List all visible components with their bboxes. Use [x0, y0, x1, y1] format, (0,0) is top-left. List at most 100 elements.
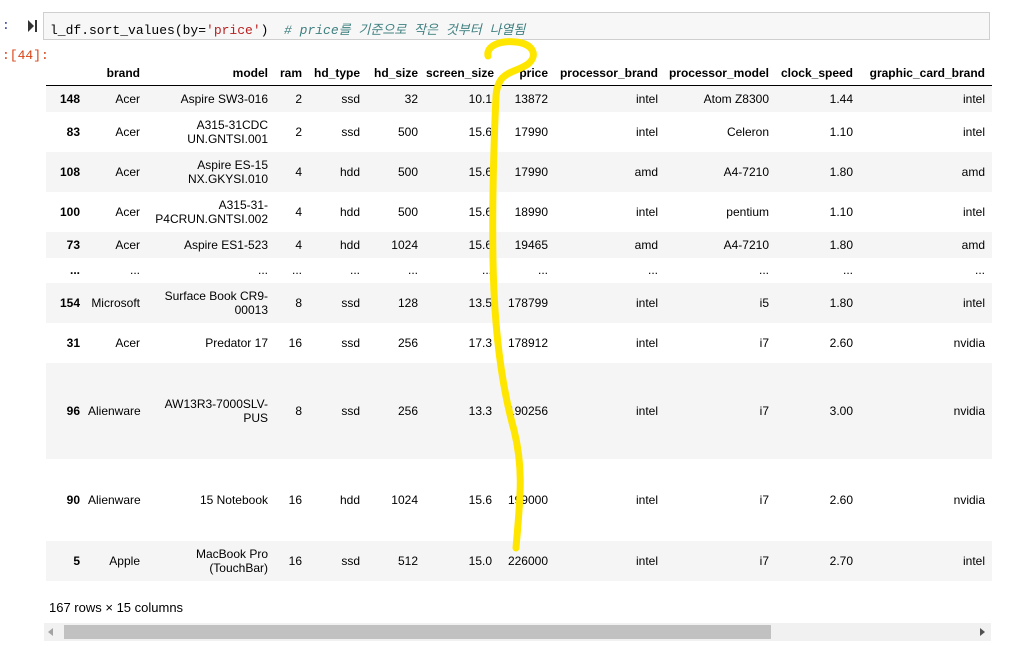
table-cell: ssd: [341, 335, 360, 350]
column-header: ram: [272, 60, 306, 86]
column-header: [46, 60, 84, 86]
row-index: 148: [59, 91, 80, 106]
code-cell-editor[interactable]: l_df.sort_values(by='price') # price를 기준…: [43, 12, 990, 40]
table-cell: 190256: [507, 403, 548, 418]
table-cell: 16: [288, 492, 302, 507]
table-cell: i7: [759, 335, 769, 350]
table-cell: 2.60: [829, 335, 853, 350]
scrollbar-thumb[interactable]: [64, 625, 771, 639]
table-cell: 500: [397, 164, 418, 179]
table-cell: [989, 541, 992, 581]
table-cell: [989, 112, 992, 152]
table-cell: A4-7210: [723, 164, 769, 179]
table-cell: 1.10: [829, 124, 853, 139]
table-cell: i7: [759, 553, 769, 568]
column-header: processor_model: [662, 60, 773, 86]
table-cell: [989, 363, 992, 459]
table-cell: 15.6: [468, 164, 492, 179]
table-cell: i7: [759, 492, 769, 507]
code-line: l_df.sort_values(by='price') # price를 기준…: [50, 19, 525, 38]
table-cell: ...: [129, 263, 140, 277]
table-cell: hdd: [339, 204, 360, 219]
table-cell: 256: [397, 403, 418, 418]
scroll-right-icon[interactable]: [980, 628, 985, 636]
table-cell: A315-31CDC UN.GNTSI.001: [187, 117, 268, 146]
table-row: 5 Apple MacBook Pro (TouchBar) 16 ssd 512 15.0…: [46, 540, 992, 581]
column-header: processor_brand: [552, 60, 662, 86]
table-cell: Surface Book CR9-00013: [164, 288, 268, 317]
table-cell: Celeron: [726, 124, 769, 139]
table-cell: Acer: [115, 164, 140, 179]
table-cell: ...: [257, 263, 268, 277]
table-cell: [989, 86, 992, 112]
table-cell: nvidia: [953, 403, 985, 418]
table-cell: ...: [537, 263, 548, 277]
table-cell: 16: [288, 335, 302, 350]
table-cell: Atom Z8300: [703, 91, 769, 106]
table-cell: amd: [961, 164, 985, 179]
table-cell: 128: [397, 295, 418, 310]
table-cell: 2.70: [829, 553, 853, 568]
column-header: clock_speed: [773, 60, 857, 86]
column-header: screen_size: [422, 60, 496, 86]
column-header: model: [144, 60, 272, 86]
table-row: 83 Acer A315-31CDC UN.GNTSI.001 2 ssd 500 15.6…: [46, 112, 992, 152]
row-index: ...: [69, 263, 80, 277]
table-cell: 4: [295, 164, 302, 179]
table-cell: 17.3: [468, 335, 492, 350]
table-cell: [989, 323, 992, 363]
table-cell: 8: [295, 295, 302, 310]
table-cell: [989, 283, 992, 323]
table-cell: Acer: [115, 91, 140, 106]
table-cell: hdd: [339, 492, 360, 507]
table-cell: ...: [842, 263, 853, 277]
table-cell: 16: [288, 553, 302, 568]
table-cell: 15.6: [468, 492, 492, 507]
table-cell: intel: [962, 91, 985, 106]
code-close: ): [260, 23, 285, 38]
table-row: 148 Acer Aspire SW3-016 2 ssd 32 10.1 13872 inte…: [46, 85, 992, 112]
table-cell: intel: [635, 204, 658, 219]
table-cell: 13.3: [468, 403, 492, 418]
table-cell: amd: [634, 164, 658, 179]
table-cell: Aspire ES1-523: [183, 237, 268, 252]
table-cell: hdd: [339, 237, 360, 252]
table-cell: intel: [962, 124, 985, 139]
column-header: price: [496, 60, 552, 86]
column-header: brand: [84, 60, 144, 86]
table-cell: 15.6: [468, 237, 492, 252]
table-cell: amd: [961, 237, 985, 252]
table-cell: 10.1: [468, 91, 492, 106]
row-index: 73: [66, 237, 80, 252]
table-cell: 18990: [514, 204, 548, 219]
table-cell: intel: [635, 553, 658, 568]
table-cell: 199000: [507, 492, 548, 507]
table-cell: ...: [481, 263, 492, 277]
table-cell: 2: [295, 124, 302, 139]
scroll-left-icon[interactable]: [48, 628, 53, 636]
run-cell-icon[interactable]: [27, 19, 37, 33]
table-cell: ...: [647, 263, 658, 277]
horizontal-scrollbar[interactable]: [44, 623, 991, 641]
table-cell: Acer: [115, 124, 140, 139]
dataframe-output: brand model ram hd_type hd_size screen_size pr…: [46, 60, 992, 584]
table-cell: hdd: [339, 164, 360, 179]
table-cell: Acer: [115, 204, 140, 219]
table-cell: 2: [295, 91, 302, 106]
table-cell: [989, 152, 992, 192]
table-row: 90 Alienware 15 Notebook 16 hdd 1024 15.6 19900…: [46, 459, 992, 541]
table-cell: 3.00: [829, 403, 853, 418]
table-cell: ssd: [341, 295, 360, 310]
table-cell: intel: [635, 91, 658, 106]
table-cell: 17990: [514, 164, 548, 179]
row-index: 90: [66, 492, 80, 507]
table-row: 31 Acer Predator 17 16 ssd 256 17.3 178912 intel…: [46, 323, 992, 363]
table-cell: ssd: [341, 124, 360, 139]
table-cell: 13.5: [468, 295, 492, 310]
code-comment: # price를 기준으로 작은 것부터 나열됨: [284, 23, 526, 38]
table-cell: 1.10: [829, 204, 853, 219]
table-cell: Alienware: [88, 492, 141, 507]
row-index: 83: [66, 124, 80, 139]
table-cell: ssd: [341, 553, 360, 568]
table-cell: 2.60: [829, 492, 853, 507]
